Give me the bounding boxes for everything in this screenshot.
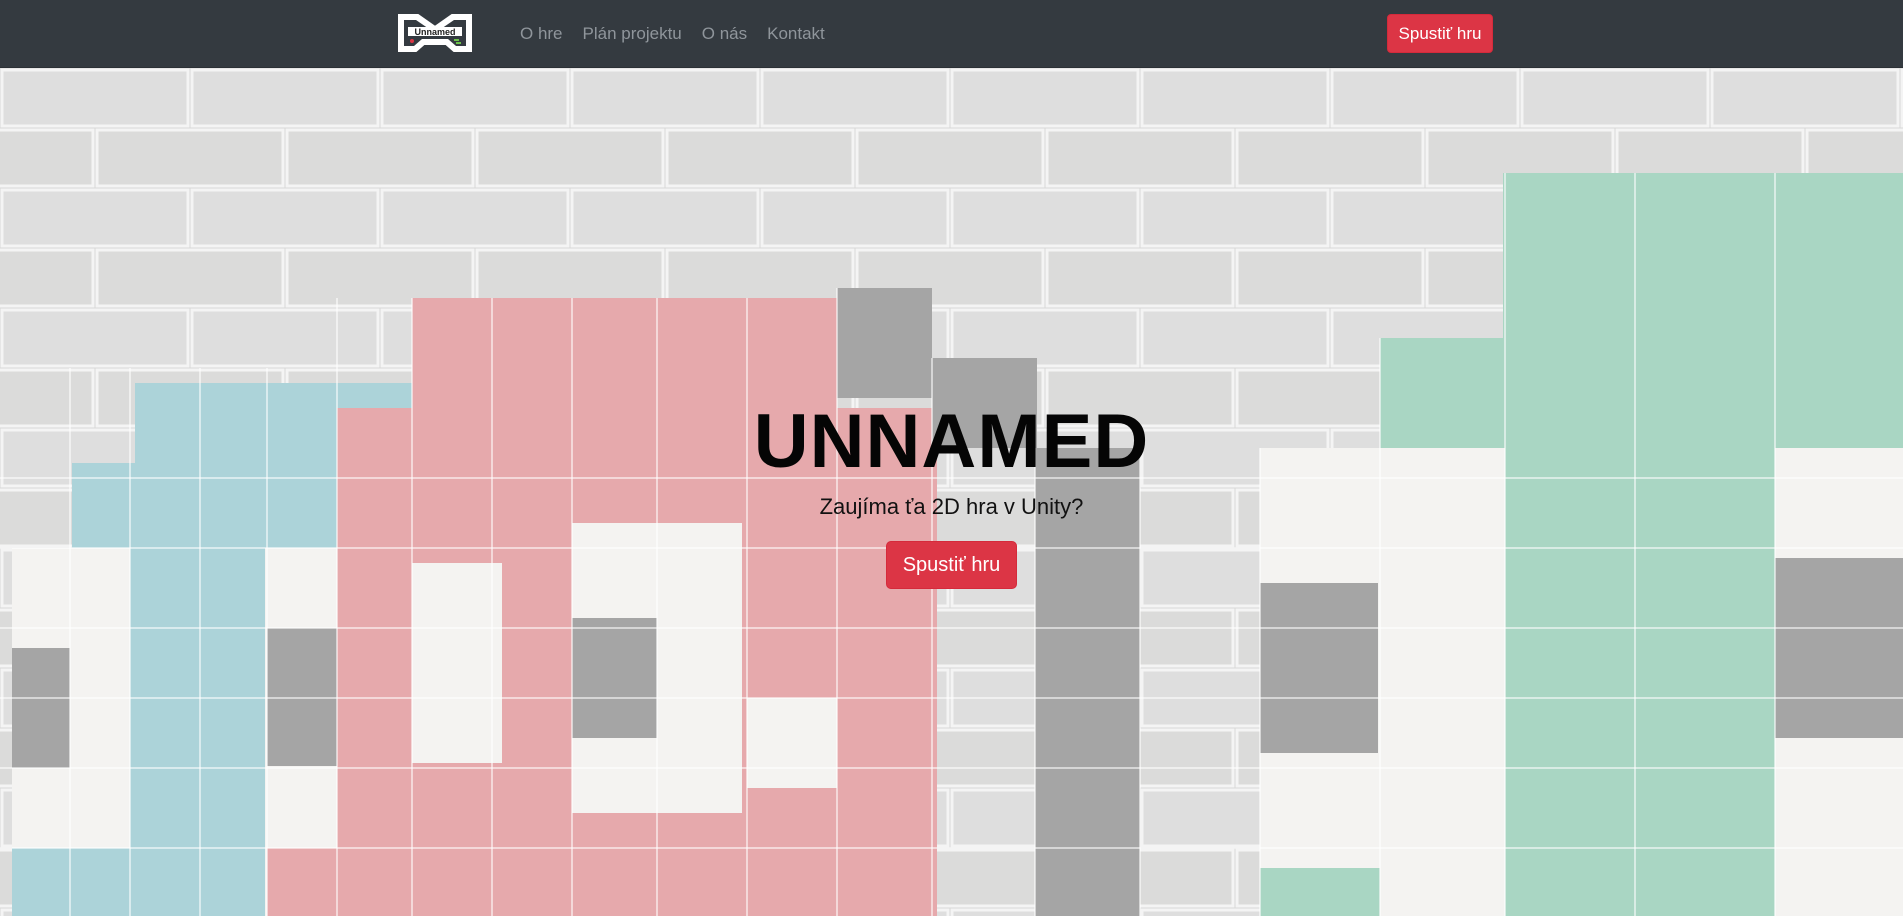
nav-links: O hre Plán projektu O nás Kontakt [520, 0, 845, 67]
navbar-start-game-button[interactable]: Spustiť hru [1387, 14, 1493, 53]
brand-logo-text: Unnamed [414, 27, 455, 37]
brand-logo[interactable]: Unnamed [396, 11, 474, 55]
nav-link-about-us[interactable]: O nás [702, 24, 747, 44]
hero-title: UNNAMED [753, 399, 1150, 484]
nav-link-contact[interactable]: Kontakt [767, 24, 825, 44]
hero-section: UNNAMED Zaujíma ťa 2D hra v Unity? Spust… [0, 68, 1903, 916]
pixel-tile-wall-background [0, 68, 1903, 916]
nav-link-project-plan[interactable]: Plán projektu [583, 24, 682, 44]
nav-link-about-game[interactable]: O hre [520, 24, 563, 44]
hero-subtitle: Zaujíma ťa 2D hra v Unity? [819, 494, 1084, 519]
hero-start-game-button[interactable]: Spustiť hru [886, 541, 1017, 589]
game-controller-logo-icon: Unnamed [398, 14, 472, 52]
top-navbar: Unnamed O hre Plán projektu O nás Kontak… [0, 0, 1903, 68]
